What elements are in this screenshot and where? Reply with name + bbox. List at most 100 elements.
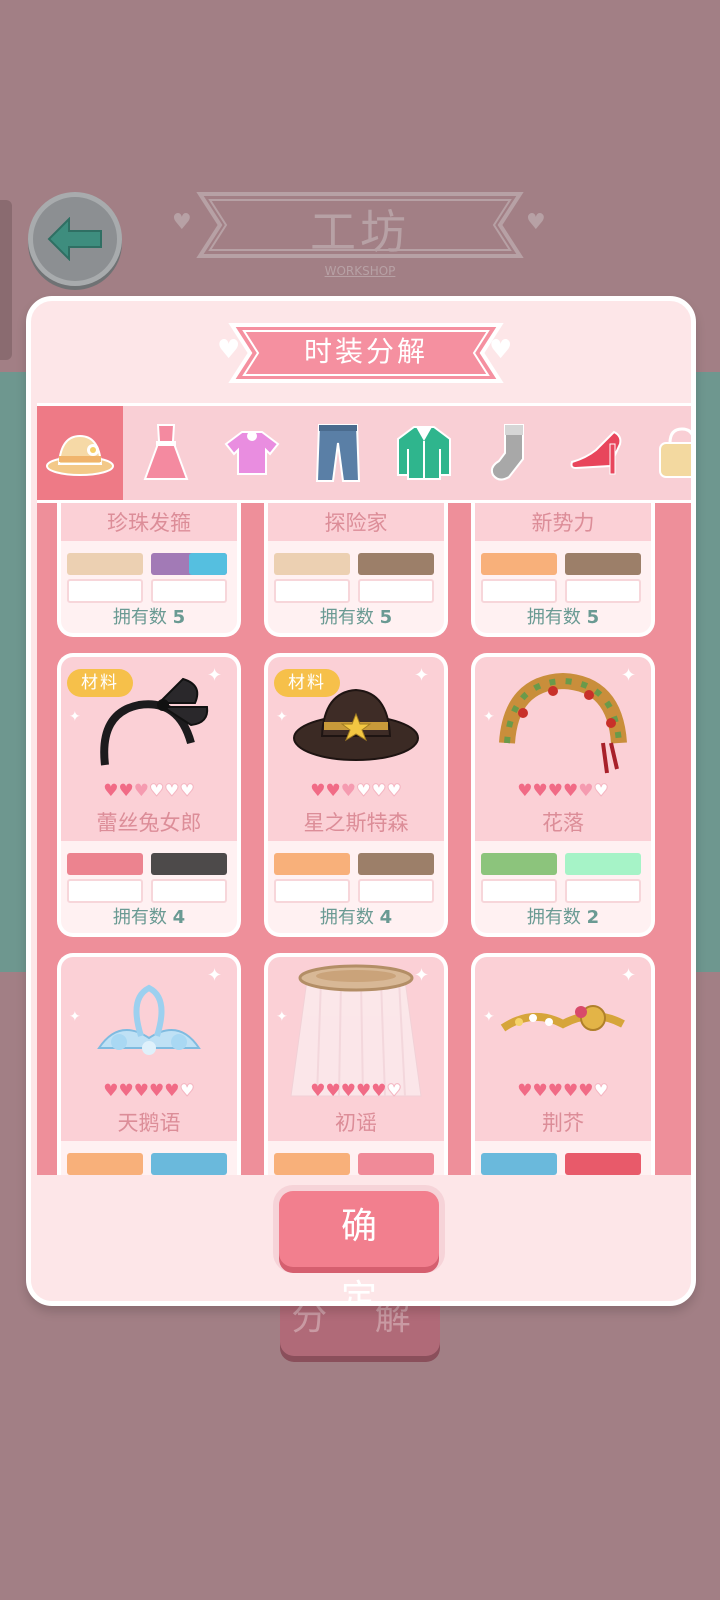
heart-icon: ♥ xyxy=(118,781,134,801)
owned-value: 5 xyxy=(586,607,600,628)
attribute-slot xyxy=(67,579,143,603)
sparkle-icon: ✦ xyxy=(414,665,430,686)
category-tabbar xyxy=(37,403,691,503)
item-card[interactable]: ✦ ✦ 材料 ♥♥♥♥♥♥ 星之斯特森 拥有数 4 xyxy=(264,653,448,937)
item-grid: ✦✦♥♥♥♥♥♥珍珠发箍拥有数 5✦✦♥♥♥♥♥♥探险家拥有数 5✦✦♥♥♥♥♥… xyxy=(37,503,691,1175)
color-swatch xyxy=(358,1153,434,1175)
item-name: 星之斯特森 xyxy=(303,811,409,835)
color-swatch xyxy=(67,853,143,875)
attribute-slot xyxy=(274,879,350,903)
sparkle-icon: ✦ xyxy=(69,1009,81,1025)
heart-icon: ♥ xyxy=(356,1081,372,1101)
heart-icon: ♥ xyxy=(593,781,609,802)
material-badge: 材料 xyxy=(67,669,133,697)
tab-pants[interactable] xyxy=(295,406,381,500)
veil-icon xyxy=(290,964,422,1097)
color-swatch xyxy=(565,553,641,575)
rarity-hearts: ♥♥♥♥♥♥ xyxy=(57,781,241,802)
rarity-hearts: ♥♥♥♥♥♥ xyxy=(471,1081,655,1102)
attribute-slot xyxy=(358,879,434,903)
item-card[interactable]: ✦ ✦ ♥♥♥♥♥♥ 荆芥 xyxy=(471,953,655,1175)
color-swatch xyxy=(358,853,434,875)
heart-icon: ♥ xyxy=(578,781,594,801)
item-card[interactable]: ✦ ✦ ♥♥♥♥♥♥ 初谣 xyxy=(264,953,448,1175)
attribute-slot xyxy=(481,879,557,903)
heart-icon: ♥ xyxy=(563,781,579,801)
heart-icon: ♥ xyxy=(133,781,149,801)
socks-icon xyxy=(490,424,524,481)
color-swatch xyxy=(274,1153,350,1175)
heart-icon: ♥ xyxy=(149,1081,165,1101)
item-name: 探险家 xyxy=(324,511,388,535)
item-card[interactable]: ✦✦♥♥♥♥♥♥探险家拥有数 5 xyxy=(264,503,448,637)
heart-icon: ♥ xyxy=(547,781,563,801)
swan-crown-icon xyxy=(97,984,201,1055)
item-card[interactable]: ✦ ✦ ♥♥♥♥♥♥ 天鹅语 xyxy=(57,953,241,1175)
item-card[interactable]: ✦✦♥♥♥♥♥♥新势力拥有数 5 xyxy=(471,503,655,637)
heart-icon: ♥ xyxy=(179,1081,195,1102)
item-name: 珍珠发箍 xyxy=(107,511,191,535)
color-swatch xyxy=(565,1153,641,1175)
tab-shoes[interactable] xyxy=(553,406,639,500)
heart-icon: ♥ xyxy=(340,1081,356,1101)
heart-deco-left-icon: ♥ xyxy=(172,210,192,235)
confirm-button[interactable]: 确 定 xyxy=(279,1191,439,1301)
heart-icon: ♥ xyxy=(386,781,402,802)
color-swatch xyxy=(67,553,143,575)
rarity-hearts: ♥♥♥♥♥♥ xyxy=(471,781,655,802)
back-button[interactable] xyxy=(28,192,122,286)
item-card[interactable]: ✦ ✦ 材料 ♥♥♥♥♥♥ 蕾丝兔女郎 拥有数 4 xyxy=(57,653,241,937)
tab-jacket[interactable] xyxy=(381,406,467,500)
item-name: 初谣 xyxy=(335,1111,377,1135)
high-heel-icon xyxy=(570,430,622,475)
page-subtitle: WORKSHOP xyxy=(324,264,396,278)
heart-icon: ♥ xyxy=(517,1081,533,1101)
heart-left-icon: ♥ xyxy=(217,335,241,365)
pants-icon xyxy=(315,424,361,482)
rarity-hearts: ♥♥♥♥♥♥ xyxy=(264,1081,448,1102)
item-card[interactable]: ✦✦♥♥♥♥♥♥珍珠发箍拥有数 5 xyxy=(57,503,241,637)
heart-icon: ♥ xyxy=(563,1081,579,1101)
item-illustration xyxy=(471,673,655,783)
heart-icon: ♥ xyxy=(386,1081,402,1102)
top-icon xyxy=(224,431,280,475)
attribute-slot xyxy=(358,579,434,603)
rarity-hearts: ♥♥♥♥♥♥ xyxy=(57,1081,241,1102)
attribute-slot xyxy=(481,579,557,603)
owned-count: 拥有数 4 xyxy=(57,903,241,929)
sparkle-icon: ✦ xyxy=(621,965,637,986)
heart-icon: ♥ xyxy=(547,1081,563,1101)
attribute-slot xyxy=(274,579,350,603)
gold-hairclip-icon xyxy=(500,1005,625,1032)
owned-label: 拥有数 xyxy=(319,607,374,628)
page-title: 工坊 xyxy=(310,205,410,259)
tab-socks[interactable] xyxy=(467,406,553,500)
tab-bag[interactable] xyxy=(639,406,691,500)
owned-count: 拥有数 5 xyxy=(471,603,655,629)
tab-top[interactable] xyxy=(209,406,295,500)
color-swatch xyxy=(151,853,227,875)
sparkle-icon: ✦ xyxy=(414,965,430,986)
sparkle-icon: ✦ xyxy=(276,1009,288,1025)
side-tab[interactable] xyxy=(0,200,12,360)
item-name: 新势力 xyxy=(531,511,595,535)
heart-right-icon: ♥ xyxy=(489,335,513,365)
owned-label: 拥有数 xyxy=(112,607,167,628)
bag-icon xyxy=(659,427,691,478)
heart-icon: ♥ xyxy=(164,1081,180,1101)
heart-icon: ♥ xyxy=(325,781,341,801)
item-card[interactable]: ✦ ✦ ♥♥♥♥♥♥ 花落 拥有数 2 xyxy=(471,653,655,937)
sparkle-icon: ✦ xyxy=(276,709,288,725)
arrow-left-icon xyxy=(47,217,102,261)
attribute-slot xyxy=(151,579,227,603)
heart-icon: ♥ xyxy=(355,781,372,802)
color-swatch xyxy=(565,853,641,875)
owned-label: 拥有数 xyxy=(526,607,581,628)
tab-dress[interactable] xyxy=(123,406,209,500)
heart-icon: ♥ xyxy=(340,781,356,801)
jacket-icon xyxy=(397,426,451,480)
modal-title-banner: 时装分解 xyxy=(226,323,506,383)
sparkle-icon: ✦ xyxy=(207,665,223,686)
tab-hat[interactable] xyxy=(37,406,123,500)
sparkle-icon: ✦ xyxy=(207,965,223,986)
